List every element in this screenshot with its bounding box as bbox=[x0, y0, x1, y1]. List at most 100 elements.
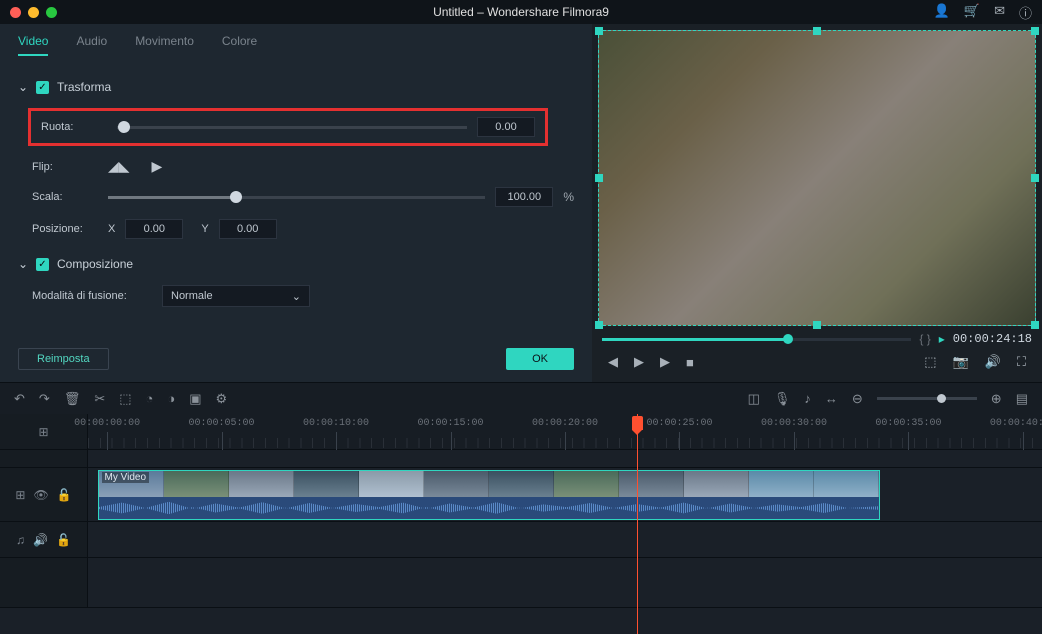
window-zoom-icon[interactable] bbox=[46, 7, 57, 18]
lock-icon[interactable]: 🔓 bbox=[57, 488, 72, 502]
flip-horizontal-icon[interactable]: ◢◣ bbox=[108, 158, 130, 175]
preview-canvas[interactable] bbox=[598, 30, 1036, 326]
next-frame-icon[interactable]: ▶ bbox=[634, 354, 644, 370]
visibility-icon[interactable]: 👁 bbox=[33, 488, 48, 502]
volume-icon[interactable]: 🔊 bbox=[985, 354, 1001, 370]
crop-icon[interactable]: ⬚ bbox=[119, 391, 131, 407]
collapse-icon[interactable]: ⌄ bbox=[18, 257, 28, 271]
track-manager-icon[interactable]: ▤ bbox=[1016, 391, 1028, 407]
tab-motion[interactable]: Movimento bbox=[135, 34, 194, 56]
reset-button[interactable]: Reimposta bbox=[18, 348, 109, 370]
playhead[interactable] bbox=[637, 414, 638, 634]
tick-label: 00:00:20:00 bbox=[532, 418, 598, 429]
preview-timecode: 00:00:24:18 bbox=[953, 332, 1032, 346]
scale-unit: % bbox=[563, 190, 574, 204]
resize-handle[interactable] bbox=[1031, 321, 1039, 329]
resize-handle[interactable] bbox=[813, 321, 821, 329]
resize-handle[interactable] bbox=[813, 27, 821, 35]
tab-color[interactable]: Colore bbox=[222, 34, 257, 56]
compositing-section: ⌄ ✓ Composizione Modalità di fusione: No… bbox=[18, 257, 574, 307]
timeline-toolbar: ↶ ↷ 🗑 ✂ ⬚ ◔ ◑ ▣ ⚙ ◫ 🎙 ♪ ↔ ⊖ ⊕ ▤ bbox=[0, 382, 1042, 414]
split-icon[interactable]: ✂ bbox=[94, 391, 105, 407]
play-icon[interactable]: ▶ bbox=[660, 354, 670, 370]
tab-video[interactable]: Video bbox=[18, 34, 48, 56]
resize-handle[interactable] bbox=[595, 27, 603, 35]
scale-slider[interactable] bbox=[108, 196, 485, 199]
scale-value[interactable]: 100.00 bbox=[495, 187, 553, 207]
tick-label: 00:00:40:00 bbox=[990, 418, 1042, 429]
mute-icon[interactable]: 🔊 bbox=[33, 533, 48, 547]
fullscreen-icon[interactable]: ⛶ bbox=[1017, 354, 1026, 370]
rotate-label: Ruota: bbox=[41, 121, 117, 133]
greenscreen-icon[interactable]: ▣ bbox=[189, 391, 201, 407]
window-minimize-icon[interactable] bbox=[28, 7, 39, 18]
zoom-slider[interactable] bbox=[877, 397, 977, 400]
tab-audio[interactable]: Audio bbox=[76, 34, 107, 56]
prev-frame-icon[interactable]: ◀ bbox=[608, 354, 618, 370]
settings-icon[interactable]: ⚙ bbox=[216, 391, 228, 407]
audio-track-icon: ♫ bbox=[16, 533, 25, 547]
quality-icon[interactable]: ⬚ bbox=[924, 354, 936, 370]
titlebar: Untitled – Wondershare Filmora9 👤 🛒 ✉ ⓘ bbox=[0, 0, 1042, 24]
stop-icon[interactable]: ■ bbox=[686, 355, 694, 370]
cart-icon[interactable]: 🛒 bbox=[964, 3, 980, 22]
record-icon[interactable]: 🎙 bbox=[774, 391, 791, 407]
compositing-label: Composizione bbox=[57, 257, 133, 271]
resize-handle[interactable] bbox=[595, 321, 603, 329]
fit-icon[interactable]: ↔ bbox=[825, 391, 838, 406]
redo-icon[interactable]: ↷ bbox=[39, 391, 50, 407]
rotate-value[interactable]: 0.00 bbox=[477, 117, 535, 137]
undo-icon[interactable]: ↶ bbox=[14, 391, 25, 407]
video-track-icon: ⊞ bbox=[15, 488, 25, 502]
chevron-down-icon: ⌄ bbox=[292, 290, 301, 303]
flip-vertical-icon[interactable]: ▶ bbox=[152, 158, 163, 175]
help-icon[interactable]: ⓘ bbox=[1019, 3, 1032, 22]
messages-icon[interactable]: ✉ bbox=[994, 3, 1005, 22]
inspector-panel: Video Audio Movimento Colore ⌄ ✓ Trasfor… bbox=[0, 24, 592, 382]
color-icon[interactable]: ◑ bbox=[167, 391, 175, 406]
transform-label: Trasforma bbox=[57, 80, 111, 94]
video-track: ⊞ 👁 🔓 My Video bbox=[0, 468, 1042, 522]
zoom-in-icon[interactable]: ⊕ bbox=[991, 391, 1002, 407]
speed-icon[interactable]: ◔ bbox=[146, 391, 154, 406]
resize-handle[interactable] bbox=[1031, 174, 1039, 182]
delete-icon[interactable]: 🗑 bbox=[64, 391, 81, 407]
position-x-value[interactable]: 0.00 bbox=[125, 219, 183, 239]
time-ruler[interactable]: 00:00:00:00 00:00:05:00 00:00:10:00 00:0… bbox=[88, 414, 1042, 449]
rotate-slider[interactable] bbox=[117, 126, 467, 129]
position-y-value[interactable]: 0.00 bbox=[219, 219, 277, 239]
marker-icon[interactable]: ◫ bbox=[748, 391, 760, 407]
tick-label: 00:00:30:00 bbox=[761, 418, 827, 429]
video-clip[interactable]: My Video bbox=[98, 470, 880, 520]
y-label: Y bbox=[201, 223, 208, 235]
tick-label: 00:00:10:00 bbox=[303, 418, 369, 429]
blend-mode-select[interactable]: Normale ⌄ bbox=[162, 285, 310, 307]
tick-label: 00:00:25:00 bbox=[646, 418, 712, 429]
blend-mode-label: Modalità di fusione: bbox=[32, 290, 162, 302]
mixer-icon[interactable]: ♪ bbox=[804, 391, 811, 406]
account-icon[interactable]: 👤 bbox=[934, 3, 950, 22]
tick-label: 00:00:05:00 bbox=[189, 418, 255, 429]
ok-button[interactable]: OK bbox=[506, 348, 574, 370]
flip-label: Flip: bbox=[32, 161, 108, 173]
resize-handle[interactable] bbox=[1031, 27, 1039, 35]
lock-icon[interactable]: 🔓 bbox=[56, 533, 71, 547]
zoom-out-icon[interactable]: ⊖ bbox=[852, 391, 863, 407]
scale-label: Scala: bbox=[32, 191, 108, 203]
position-label: Posizione: bbox=[32, 223, 108, 235]
transform-section: ⌄ ✓ Trasforma Ruota: 0.00 bbox=[18, 80, 574, 239]
rotate-highlight: Ruota: 0.00 bbox=[28, 108, 548, 146]
audio-track: ♫ 🔊 🔓 bbox=[0, 522, 1042, 558]
tick-label: 00:00:00:00 bbox=[74, 418, 140, 429]
snapshot-icon[interactable]: 📷 bbox=[953, 354, 969, 370]
window-title: Untitled – Wondershare Filmora9 bbox=[433, 5, 609, 19]
preview-progress-slider[interactable] bbox=[602, 338, 911, 341]
resize-handle[interactable] bbox=[595, 174, 603, 182]
preview-panel: { } ▸ 00:00:24:18 ◀ ▶ ▶ ■ ⬚ 📷 🔊 ⛶ bbox=[592, 24, 1042, 382]
inspector-tabs: Video Audio Movimento Colore bbox=[0, 24, 592, 66]
collapse-icon[interactable]: ⌄ bbox=[18, 80, 28, 94]
window-close-icon[interactable] bbox=[10, 7, 21, 18]
tick-label: 00:00:35:00 bbox=[875, 418, 941, 429]
compositing-checkbox[interactable]: ✓ bbox=[36, 258, 49, 271]
transform-checkbox[interactable]: ✓ bbox=[36, 81, 49, 94]
